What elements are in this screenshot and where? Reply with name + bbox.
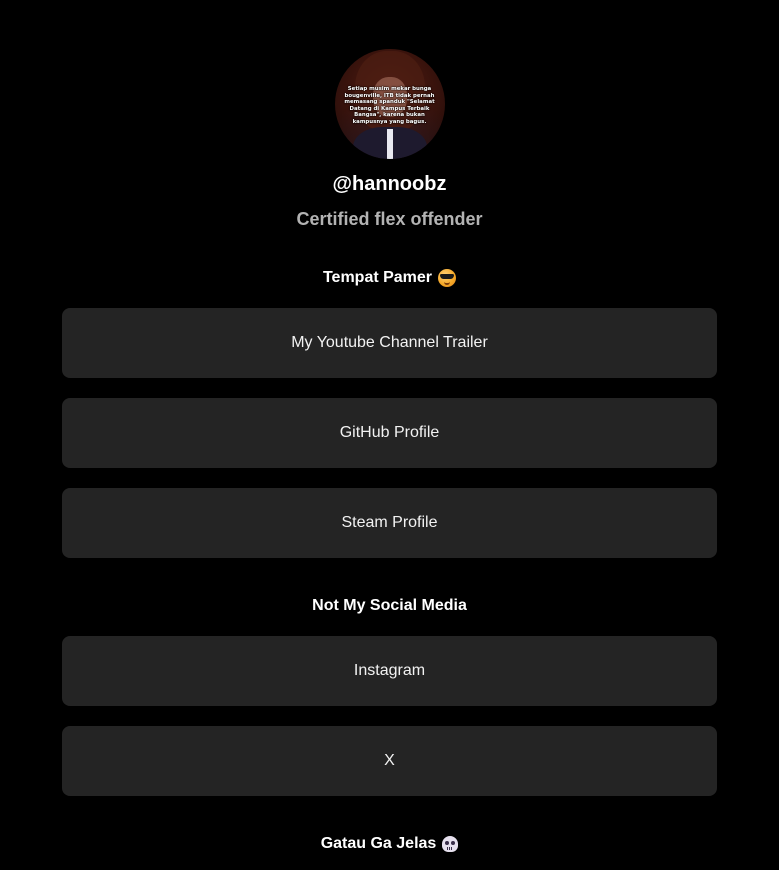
profile-page: Setiap musim mekar bunga bougenville, IT… — [0, 0, 779, 854]
instagram-link-button[interactable]: Instagram — [62, 636, 717, 706]
sunglasses-face-icon — [438, 269, 457, 287]
section-title-label: Gatau Ga Jelas — [320, 835, 437, 852]
steam-profile-link-button[interactable]: Steam Profile — [62, 488, 717, 558]
youtube-trailer-link-button[interactable]: My Youtube Channel Trailer — [62, 308, 717, 378]
link-list-tempat-pamer: My Youtube Channel Trailer GitHub Profil… — [62, 308, 717, 558]
avatar: Setiap musim mekar bunga bougenville, IT… — [334, 49, 445, 159]
x-link-button[interactable]: X — [62, 726, 717, 796]
section-title-label: Not My Social Media — [312, 597, 467, 614]
github-profile-link-button[interactable]: GitHub Profile — [62, 398, 717, 468]
section-title-not-my-social-media: Not My Social Media — [312, 596, 467, 616]
section-title-gatau-ga-jelas: Gatau Ga Jelas — [321, 834, 459, 854]
skull-icon — [442, 836, 459, 852]
link-list-social-media: Instagram X — [62, 636, 717, 796]
username: @hannoobz — [332, 173, 447, 195]
bio: Certified flex offender — [296, 209, 483, 229]
avatar-quote-text: Setiap musim mekar bunga bougenville, IT… — [344, 86, 435, 125]
section-title-label: Tempat Pamer — [322, 269, 433, 286]
section-title-tempat-pamer: Tempat Pamer — [322, 268, 457, 288]
